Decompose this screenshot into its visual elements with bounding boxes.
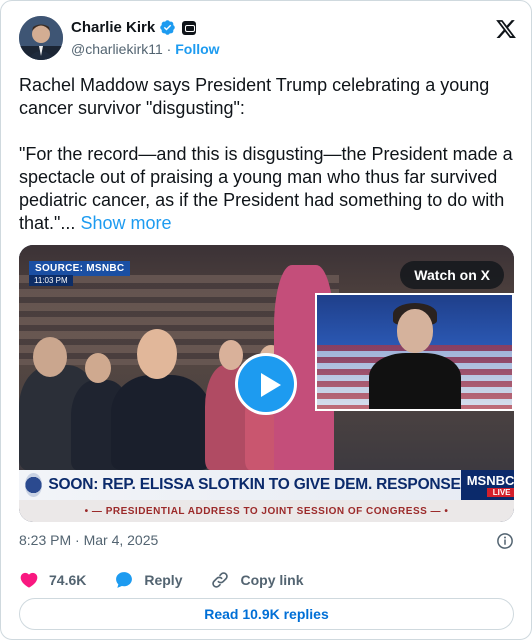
like-button[interactable]: 74.6K [19, 570, 86, 590]
follow-button[interactable]: Follow [175, 41, 219, 57]
show-more-link[interactable]: Show more [80, 213, 171, 233]
timestamp-row: 8:23 PM · Mar 4, 2025 [19, 532, 514, 550]
x-logo-icon[interactable] [495, 18, 517, 40]
name-row: Charlie Kirk [71, 19, 197, 36]
tweet-body: Rachel Maddow says President Trump celeb… [19, 75, 513, 233]
reply-bubble-icon [116, 572, 133, 588]
verified-badge-icon [159, 19, 176, 36]
source-time: 11:03 PM [29, 275, 73, 286]
author-name[interactable]: Charlie Kirk [71, 19, 155, 36]
play-icon[interactable] [235, 353, 297, 415]
video-frame: SOURCE: MSNBC 11:03 PM Watch on X [19, 245, 514, 470]
network-name: MSNBC [466, 473, 514, 488]
copy-link-button[interactable]: Copy link [210, 570, 304, 590]
ticker-text: • — PRESIDENTIAL ADDRESS TO JOINT SESSIO… [19, 500, 514, 522]
read-replies-button[interactable]: Read 10.9K replies [19, 598, 514, 630]
video-player[interactable]: SOURCE: MSNBC 11:03 PM Watch on X SOON: … [19, 245, 514, 522]
copy-link-label: Copy link [240, 572, 304, 588]
source-tag: SOURCE: MSNBC [29, 261, 131, 276]
watch-on-x-button[interactable]: Watch on X [400, 261, 504, 289]
reply-button[interactable]: Reply [114, 570, 182, 590]
heart-icon [20, 572, 38, 588]
lower-third-banner: SOON: REP. ELISSA SLOTKIN TO GIVE DEM. R… [19, 470, 514, 500]
inset-anchor-frame [315, 293, 514, 411]
separator: · [166, 41, 172, 57]
timestamp[interactable]: 8:23 PM · Mar 4, 2025 [19, 532, 158, 548]
info-icon[interactable] [496, 532, 514, 550]
handle-row: @charliekirk11 · Follow [71, 41, 220, 57]
action-bar: 74.6K Reply Copy link [19, 570, 514, 590]
link-icon [212, 572, 229, 588]
affiliate-badge-icon [182, 20, 197, 35]
live-badge: LIVE [486, 488, 514, 497]
author-handle[interactable]: @charliekirk11 [71, 41, 163, 57]
presidential-seal-icon [25, 473, 43, 497]
lower-third-text: SOON: REP. ELISSA SLOTKIN TO GIVE DEM. R… [48, 476, 461, 493]
avatar[interactable] [19, 16, 63, 60]
reply-label: Reply [144, 572, 183, 588]
tweet-card: Charlie Kirk @charliekirk11 · Follow Rac… [0, 0, 532, 640]
tweet-text: Rachel Maddow says President Trump celeb… [19, 74, 519, 235]
network-logo: MSNBC LIVE [460, 470, 514, 500]
tweet-header: Charlie Kirk @charliekirk11 · Follow [19, 16, 519, 64]
likes-count: 74.6K [49, 572, 87, 588]
